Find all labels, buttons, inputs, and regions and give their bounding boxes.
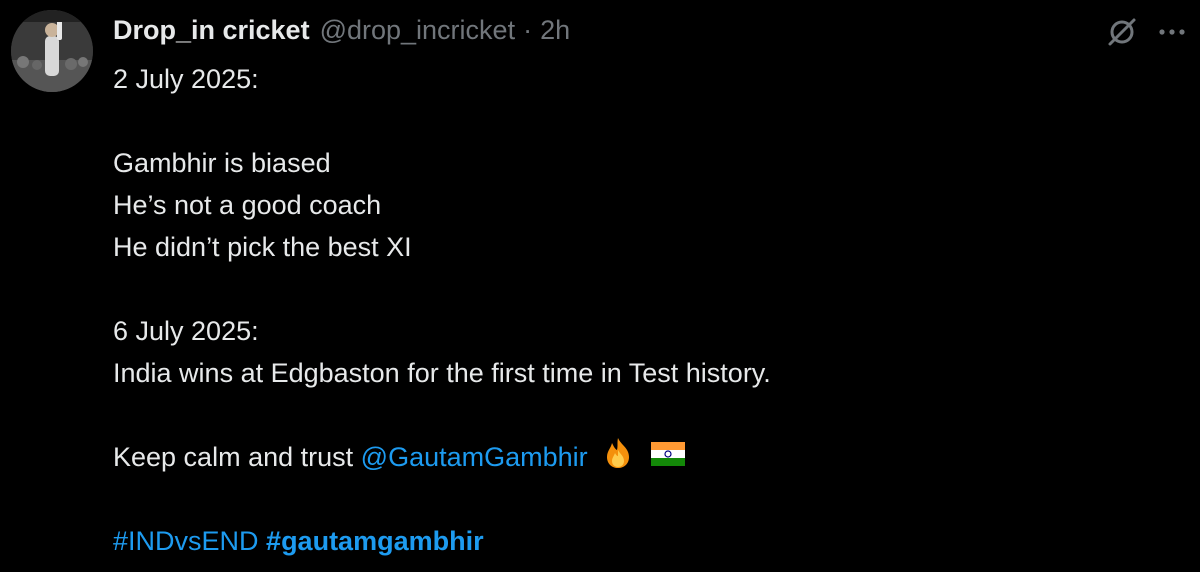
hashtag-link[interactable]: #gautamgambhir [266, 526, 484, 556]
mention-link[interactable]: @GautamGambhir [361, 442, 588, 472]
fire-emoji [607, 438, 630, 468]
tweet-line: Gambhir is biased [113, 148, 331, 178]
avatar[interactable] [11, 10, 93, 92]
separator-dot: · [523, 15, 533, 45]
tweet-header: Drop_in cricket @drop_incricket · 2h [113, 12, 570, 48]
tweet-line: He’s not a good coach [113, 190, 382, 220]
timestamp[interactable]: 2h [540, 12, 570, 48]
hashtags-line: #INDvsEND #gautamgambhir [113, 520, 771, 562]
tweet-line-mention: Keep calm and trust @GautamGambhir [113, 436, 771, 478]
avatar-image [11, 10, 93, 92]
tweet-line: 6 July 2025: [113, 316, 259, 346]
more-icon[interactable] [1156, 16, 1188, 48]
tweet-line: 2 July 2025: [113, 64, 259, 94]
grok-icon[interactable] [1104, 14, 1140, 50]
display-name[interactable]: Drop_in cricket [113, 12, 310, 48]
tweet-line-text: Keep calm and trust [113, 442, 354, 472]
hashtag-link[interactable]: #INDvsEND [113, 526, 259, 556]
user-handle[interactable]: @drop_incricket [320, 12, 516, 48]
tweet[interactable]: Drop_in cricket @drop_incricket · 2h 2 J… [0, 0, 1200, 572]
tweet-line: He didn’t pick the best XI [113, 232, 412, 262]
tweet-line: India wins at Edgbaston for the first ti… [113, 358, 771, 388]
india-flag-emoji [650, 442, 685, 466]
tweet-text: 2 July 2025: Gambhir is biased He’s not … [113, 58, 771, 562]
